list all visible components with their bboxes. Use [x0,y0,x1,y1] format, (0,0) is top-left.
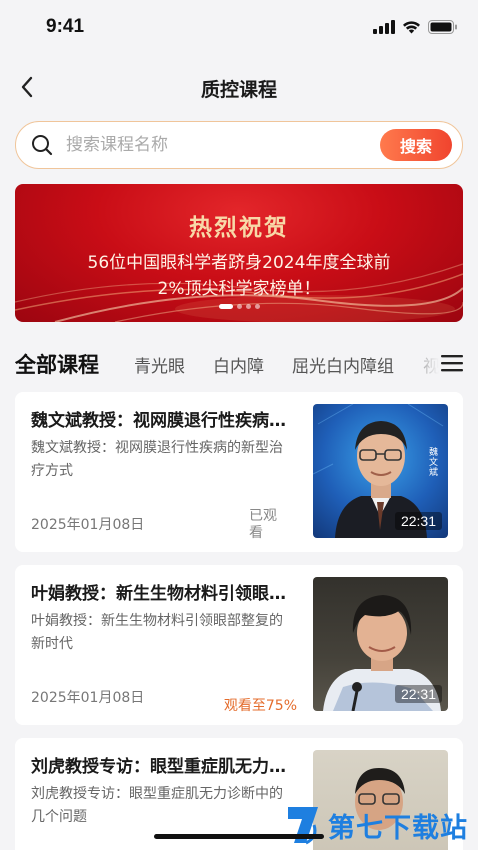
search-input[interactable] [66,130,366,160]
carousel-dot-active [218,304,233,309]
course-description: 叶娟教授：新生生物材料引领眼部整复的新时代 [31,613,283,652]
tab-all-courses[interactable]: 全部课程 [15,349,99,379]
status-time: 9:41 [46,16,85,37]
banner-text-line-1: 56位中国眼科学者跻身2024年度全球前 [87,253,391,273]
page-title: 质控课程 [200,79,277,101]
course-thumbnail: 魏文斌 22:31 [313,404,448,538]
promo-banner[interactable]: 热烈祝贺 56位中国眼科学者跻身2024年度全球前 2%顶尖科学家榜单！ [15,184,463,322]
watermark: 第七下载站 [284,800,478,850]
banner-title: 热烈祝贺 [189,215,289,241]
watch-status: 已观看 [249,508,277,541]
course-title: 叶娟教授：新生生物材料引领眼部整复的新时代 [31,584,293,604]
carousel-dot [254,304,260,309]
signal-icon [373,20,395,34]
course-date: 2025年01月08日 [31,690,145,706]
banner-text-line-2: 2%顶尖科学家榜单！ [157,279,321,299]
tab-refractive-cataract[interactable]: 屈光白内障组 [292,352,394,377]
carousel-dot [236,304,242,309]
course-date: 2025年01月08日 [31,517,145,533]
course-description: 魏文斌教授：视网膜退行性疾病的新型治疗方式 [31,440,283,479]
tab-cataract[interactable]: 白内障 [213,352,264,377]
speaker-name-tag: 魏文斌 [429,448,439,478]
carousel-indicator [15,304,463,309]
video-duration: 22:31 [394,512,442,530]
watermark-logo-icon [288,807,318,845]
course-card[interactable]: 叶娟教授：新生生物材料引领眼部整复的新时代 叶娟教授：新生生物材料引领眼部整复的… [15,565,463,725]
tab-glaucoma[interactable]: 青光眼 [134,352,185,377]
watch-progress: 观看至75% [223,698,297,714]
category-menu-button[interactable] [423,346,463,380]
course-title: 刘虎教授专访：眼型重症肌无力诊断中的几个问题 [31,757,293,777]
status-bar: 9:41 [0,0,478,56]
search-bar: 搜索 [15,121,463,169]
wifi-icon [403,21,420,34]
menu-icon [441,355,463,372]
search-button[interactable]: 搜索 [380,129,452,161]
home-indicator [154,834,324,839]
nav-bar: 质控课程 [0,62,478,112]
category-tabs: 全部课程 青光眼 白内障 屈光白内障组 视 [15,346,463,380]
search-icon [32,135,53,156]
course-description: 刘虎教授专访：眼型重症肌无力诊断中的几个问题 [31,786,283,825]
course-title: 魏文斌教授：视网膜退行性疾病的新型治疗方式 [31,411,293,431]
status-icons [373,20,458,34]
battery-icon [428,20,457,34]
video-duration: 22:31 [394,685,442,703]
watermark-text: 第七下载站 [328,812,468,844]
course-thumbnail: 22:31 [313,577,448,711]
course-card[interactable]: 魏文斌教授：视网膜退行性疾病的新型治疗方式 魏文斌教授：视网膜退行性疾病的新型治… [15,392,463,552]
carousel-dot [245,304,251,309]
